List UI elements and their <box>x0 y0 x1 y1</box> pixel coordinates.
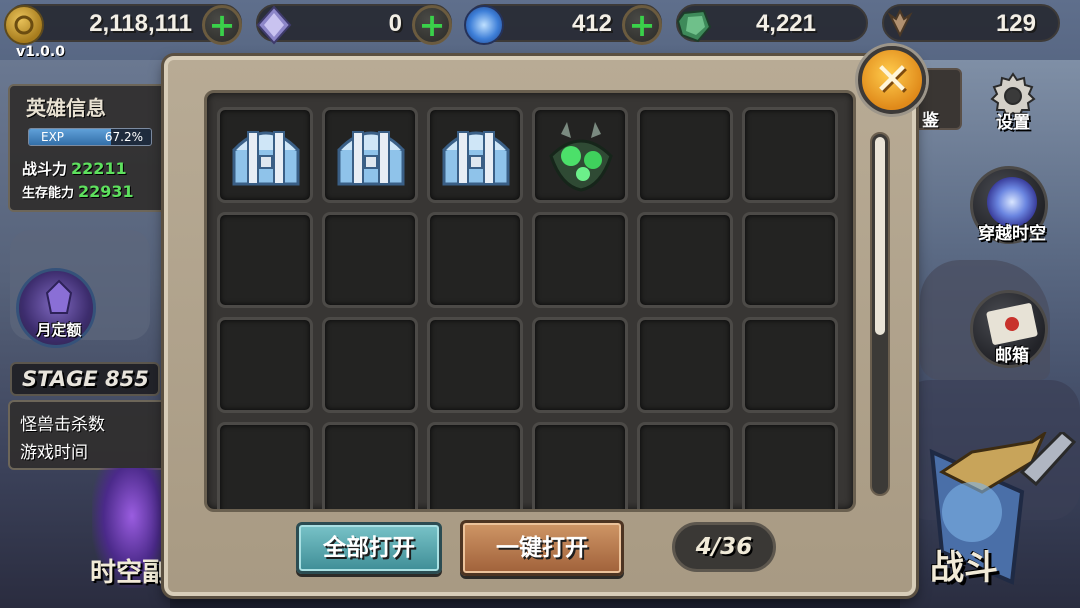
purple-crystal-icon <box>45 279 73 314</box>
settings-button[interactable]: 设置 <box>974 60 1052 138</box>
inventory-slot[interactable] <box>322 212 418 308</box>
survival-row: 生存能力 22931 <box>22 182 134 201</box>
energy-orb-counter: 412 + <box>464 4 662 45</box>
currency-bar: 2,118,111 + 0 + 412 + 4,221 129 <box>0 0 1080 46</box>
inventory-slot[interactable] <box>322 422 418 509</box>
mail-icon <box>985 302 1039 346</box>
monthly-quota-label: 月定额 <box>36 321 82 339</box>
stage-label: STAGE 855 <box>22 367 149 391</box>
almanac-label: 鉴 <box>922 111 939 131</box>
open-all-button[interactable]: 全部打开 <box>296 522 442 574</box>
inventory-grid-frame <box>204 90 856 512</box>
emerald-counter: 4,221 <box>674 4 868 45</box>
stage-indicator: STAGE 855 <box>10 362 160 396</box>
hero-info-panel[interactable]: 英雄信息 EXP 67.2% 战斗力 22211 生存能力 22931 <box>8 84 168 212</box>
emerald-icon <box>674 5 714 45</box>
stats-panel: 怪兽击杀数 游戏时间 <box>8 400 168 470</box>
inventory-slot[interactable] <box>637 317 733 413</box>
mailbox-button[interactable]: 邮箱 <box>970 290 1048 368</box>
inventory-slot[interactable] <box>532 212 628 308</box>
combat-power-label: 战斗力 <box>22 160 68 178</box>
gold-counter: 2,118,111 + <box>4 4 242 45</box>
inventory-slot[interactable] <box>637 107 733 203</box>
inventory-slot[interactable] <box>427 107 523 203</box>
jade-armor-icon <box>541 116 621 196</box>
wings-emblem-icon <box>880 5 920 45</box>
inventory-slot[interactable] <box>322 107 418 203</box>
inventory-slot[interactable] <box>322 317 418 413</box>
inventory-slot[interactable] <box>532 107 628 203</box>
inventory-dialog: 全部打开 一键打开 4/36 <box>164 56 916 596</box>
inventory-scrollbar[interactable] <box>870 132 890 496</box>
inventory-slot[interactable] <box>742 317 838 413</box>
mailbox-label: 邮箱 <box>995 346 1029 366</box>
gold-value: 2,118,111 <box>89 10 192 37</box>
add-crystal-button[interactable]: + <box>412 5 452 45</box>
exp-value: 67.2% <box>104 130 143 144</box>
inventory-slot[interactable] <box>637 212 733 308</box>
one-click-open-button[interactable]: 一键打开 <box>460 520 624 576</box>
inventory-slot[interactable] <box>637 422 733 509</box>
wings-counter: 129 <box>882 4 1060 42</box>
inventory-slot[interactable] <box>217 212 313 308</box>
hero-info-title: 英雄信息 <box>26 96 106 120</box>
crystal-icon <box>254 5 294 45</box>
emerald-value: 4,221 <box>755 10 816 37</box>
monthly-quota-button[interactable]: 月定额 <box>16 268 96 348</box>
inventory-slot[interactable] <box>532 422 628 509</box>
inventory-slot[interactable] <box>427 422 523 509</box>
inventory-slot[interactable] <box>217 107 313 203</box>
wings-value: 129 <box>995 10 1036 37</box>
inventory-slot[interactable] <box>427 212 523 308</box>
survival-label: 生存能力 <box>22 186 75 201</box>
combat-power-value: 22211 <box>71 159 127 178</box>
inventory-slot[interactable] <box>742 212 838 308</box>
play-time-label: 游戏时间 <box>20 443 88 463</box>
inventory-count: 4/36 <box>672 522 776 572</box>
scrollbar-thumb[interactable] <box>875 137 885 335</box>
battle-button[interactable]: 战斗 <box>912 429 1080 608</box>
add-gold-button[interactable]: + <box>202 5 242 45</box>
settings-label: 设置 <box>996 113 1030 133</box>
silver-chest-icon <box>226 116 306 196</box>
inventory-slot[interactable] <box>217 317 313 413</box>
gold-coin-icon <box>4 5 44 45</box>
survival-value: 22931 <box>78 182 134 201</box>
close-icon: ✕ <box>873 54 911 105</box>
silver-chest-icon <box>331 116 411 196</box>
monster-kills-label: 怪兽击杀数 <box>20 415 105 435</box>
battle-label: 战斗 <box>930 548 998 588</box>
exp-label: EXP <box>41 130 65 144</box>
add-energy-orb-button[interactable]: + <box>622 5 662 45</box>
silver-chest-icon <box>436 116 516 196</box>
portal-label: 时空副 <box>90 558 169 588</box>
inventory-slot[interactable] <box>742 107 838 203</box>
time-travel-button[interactable]: 穿越时空 <box>970 166 1048 244</box>
inventory-slot[interactable] <box>532 317 628 413</box>
exp-bar: EXP 67.2% <box>28 128 152 146</box>
crystal-counter: 0 + <box>254 4 452 45</box>
energy-orb-icon <box>464 5 504 45</box>
version-label: v1.0.0 <box>16 44 65 60</box>
time-travel-label: 穿越时空 <box>978 224 1046 244</box>
inventory-slot[interactable] <box>742 422 838 509</box>
inventory-slot[interactable] <box>217 422 313 509</box>
combat-power-row: 战斗力 22211 <box>22 158 127 179</box>
energy-orb-value: 412 <box>571 10 612 37</box>
inventory-slot[interactable] <box>427 317 523 413</box>
close-button[interactable]: ✕ <box>858 46 926 114</box>
crystal-value: 0 <box>388 10 402 37</box>
